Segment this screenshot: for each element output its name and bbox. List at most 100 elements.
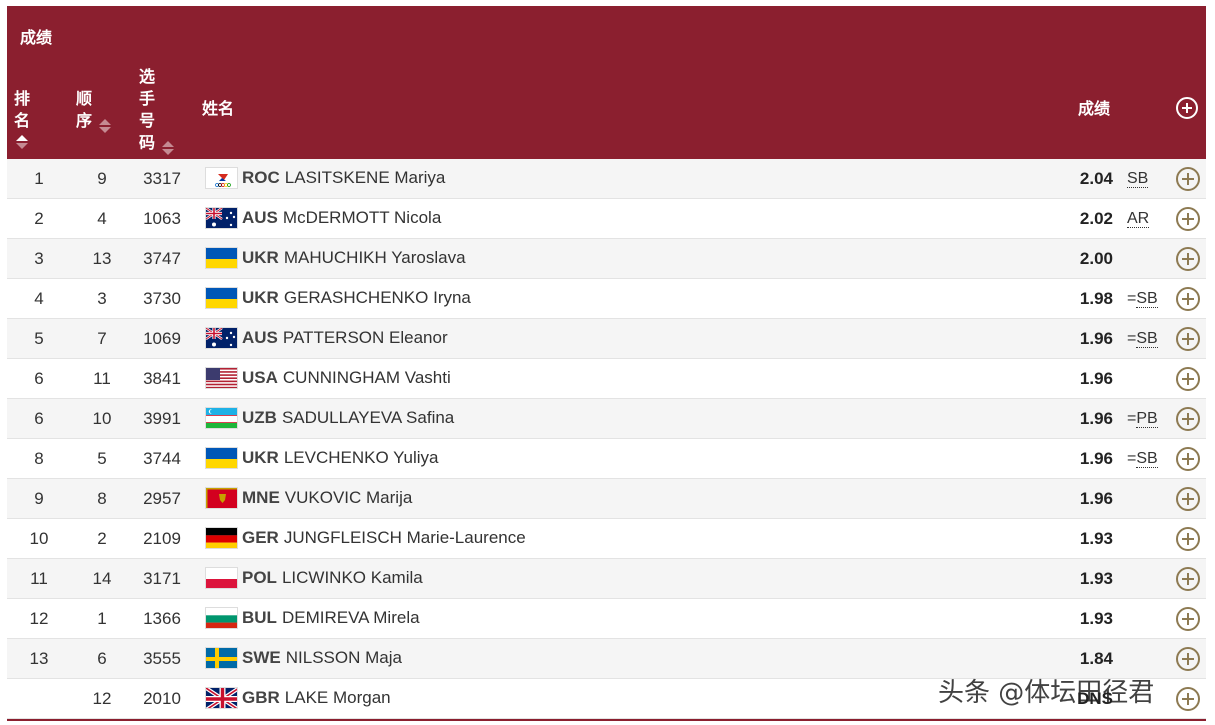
- col-rank-header[interactable]: 排名: [14, 89, 34, 151]
- col-order-header[interactable]: 顺序: [76, 89, 111, 135]
- athlete-cell[interactable]: AUS McDERMOTT Nicola: [205, 207, 441, 229]
- table-row[interactable]: 1 9 3317 ROC LASITSKENE Mariya 2.04 SB: [7, 159, 1206, 199]
- table-row[interactable]: 10 2 2109 GER JUNGFLEISCH Marie-Laurence 1.93: [7, 519, 1206, 559]
- expand-row-icon[interactable]: [1176, 367, 1200, 391]
- table-row[interactable]: 6 10 3991 UZB SADULLAYEVA Safina 1.96 =PB: [7, 399, 1206, 439]
- table-row[interactable]: 2 4 1063 AUS McDERMOTT Nicola 2.02 AR: [7, 199, 1206, 239]
- expand-row-icon[interactable]: [1176, 207, 1200, 231]
- athlete-cell[interactable]: UKR LEVCHENKO Yuliya: [205, 447, 439, 469]
- expand-row-icon[interactable]: [1176, 407, 1200, 431]
- record-label[interactable]: SB: [1136, 330, 1158, 348]
- record-prefix: =: [1127, 450, 1137, 467]
- bib-cell: 3747: [143, 249, 181, 268]
- col-bib-label: 选手号码: [139, 69, 156, 152]
- col-mark-header: 成绩: [1078, 101, 1111, 118]
- athlete-cell[interactable]: UZB SADULLAYEVA Safina: [205, 407, 454, 429]
- athlete-name[interactable]: NILSSON Maja: [286, 648, 402, 668]
- nation-code: POL: [242, 568, 277, 587]
- mark-cell: 1.96: [1079, 489, 1113, 508]
- rank-cell: 11: [30, 569, 48, 588]
- table-row[interactable]: 12 1 1366 BUL DEMIREVA Mirela 1.93: [7, 599, 1206, 639]
- col-bib-header[interactable]: 选手号码: [139, 67, 174, 157]
- bib-cell: 2010: [143, 689, 181, 708]
- expand-row-icon[interactable]: [1176, 647, 1200, 671]
- expand-row-icon[interactable]: [1176, 167, 1200, 191]
- athlete-name[interactable]: MAHUCHIKH Yaroslava: [284, 248, 466, 268]
- table-bottom-border: [7, 719, 1206, 721]
- nation-code: UKR: [242, 288, 279, 307]
- order-cell: 9: [97, 169, 107, 188]
- athlete-name[interactable]: LASITSKENE Mariya: [285, 168, 446, 188]
- order-cell: 8: [97, 489, 107, 508]
- athlete-cell[interactable]: MNE VUKOVIC Marija: [205, 487, 412, 509]
- sort-icon[interactable]: [99, 119, 113, 135]
- record-note: SB: [1127, 169, 1167, 189]
- bib-cell: 1063: [143, 209, 181, 228]
- bul-flag-icon: [205, 607, 238, 629]
- athlete-name[interactable]: DEMIREVA Mirela: [282, 608, 420, 628]
- athlete-name[interactable]: LICWINKO Kamila: [282, 568, 423, 588]
- table-row[interactable]: 5 7 1069 AUS PATTERSON Eleanor 1.96 =SB: [7, 319, 1206, 359]
- record-note: AR: [1127, 209, 1167, 229]
- athlete-cell[interactable]: POL LICWINKO Kamila: [205, 567, 423, 589]
- record-note: =SB: [1127, 449, 1167, 469]
- athlete-cell[interactable]: USA CUNNINGHAM Vashti: [205, 367, 451, 389]
- athlete-cell[interactable]: GER JUNGFLEISCH Marie-Laurence: [205, 527, 526, 549]
- results-rows: 1 9 3317 ROC LASITSKENE Mariya 2.04 SB 2 4 1063 AU…: [7, 159, 1206, 719]
- athlete-cell[interactable]: AUS PATTERSON Eleanor: [205, 327, 448, 349]
- athlete-name[interactable]: VUKOVIC Marija: [285, 488, 413, 508]
- nation-code: AUS: [242, 328, 278, 347]
- col-order-label: 顺序: [76, 91, 93, 130]
- sort-icon[interactable]: [162, 141, 176, 157]
- athlete-cell[interactable]: ROC LASITSKENE Mariya: [205, 167, 445, 189]
- athlete-name[interactable]: LEVCHENKO Yuliya: [284, 448, 439, 468]
- expand-row-icon[interactable]: [1176, 487, 1200, 511]
- record-note: =SB: [1127, 329, 1167, 349]
- expand-row-icon[interactable]: [1176, 247, 1200, 271]
- sort-icon[interactable]: [16, 135, 30, 151]
- expand-row-icon[interactable]: [1176, 687, 1200, 711]
- athlete-cell[interactable]: GBR LAKE Morgan: [205, 687, 391, 709]
- record-label[interactable]: SB: [1136, 290, 1158, 308]
- athlete-name[interactable]: GERASHCHENKO Iryna: [284, 288, 471, 308]
- athlete-cell[interactable]: SWE NILSSON Maja: [205, 647, 402, 669]
- table-row[interactable]: 11 14 3171 POL LICWINKO Kamila 1.93: [7, 559, 1206, 599]
- table-row[interactable]: 9 8 2957 MNE VUKOVIC Marija 1.96: [7, 479, 1206, 519]
- record-label[interactable]: PB: [1136, 410, 1158, 428]
- mark-cell: 1.84: [1079, 649, 1113, 668]
- athlete-name[interactable]: JUNGFLEISCH Marie-Laurence: [284, 528, 526, 548]
- expand-all-icon[interactable]: [1176, 97, 1198, 119]
- expand-row-icon[interactable]: [1176, 447, 1200, 471]
- expand-row-icon[interactable]: [1176, 527, 1200, 551]
- athlete-name[interactable]: LAKE Morgan: [285, 688, 391, 708]
- rank-cell: 2: [34, 209, 44, 228]
- athlete-cell[interactable]: BUL DEMIREVA Mirela: [205, 607, 420, 629]
- expand-row-icon[interactable]: [1176, 567, 1200, 591]
- athlete-name[interactable]: PATTERSON Eleanor: [283, 328, 448, 348]
- table-row[interactable]: 4 3 3730 UKR GERASHCHENKO Iryna 1.98 =SB: [7, 279, 1206, 319]
- table-row[interactable]: 6 11 3841 USA CUNNINGHAM Vashti 1.96: [7, 359, 1206, 399]
- athlete-name[interactable]: McDERMOTT Nicola: [283, 208, 441, 228]
- expand-row-icon[interactable]: [1176, 607, 1200, 631]
- expand-row-icon[interactable]: [1176, 287, 1200, 311]
- bib-cell: 3841: [143, 369, 181, 388]
- rank-cell: 4: [34, 289, 44, 308]
- athlete-cell[interactable]: UKR GERASHCHENKO Iryna: [205, 287, 471, 309]
- gbr-flag-icon: [205, 687, 238, 709]
- bib-cell: 3744: [143, 449, 181, 468]
- athlete-name[interactable]: CUNNINGHAM Vashti: [283, 368, 451, 388]
- results-table: 成绩 排名 顺序 选手号码 姓名 成绩 1 9 3317 ROC LASITSKENE …: [7, 6, 1206, 719]
- athlete-cell[interactable]: UKR MAHUCHIKH Yaroslava: [205, 247, 466, 269]
- ukr-flag-icon: [205, 447, 238, 469]
- table-row[interactable]: 8 5 3744 UKR LEVCHENKO Yuliya 1.96 =SB: [7, 439, 1206, 479]
- athlete-name[interactable]: SADULLAYEVA Safina: [282, 408, 454, 428]
- record-label[interactable]: SB: [1136, 450, 1158, 468]
- expand-row-icon[interactable]: [1176, 327, 1200, 351]
- nation-code: AUS: [242, 208, 278, 227]
- record-label[interactable]: SB: [1127, 170, 1149, 188]
- order-cell: 12: [92, 689, 112, 708]
- table-row[interactable]: 3 13 3747 UKR MAHUCHIKH Yaroslava 2.00: [7, 239, 1206, 279]
- watermark: 头条 @体坛田径君: [938, 678, 1155, 708]
- record-label[interactable]: AR: [1127, 210, 1150, 228]
- record-prefix: =: [1127, 410, 1137, 427]
